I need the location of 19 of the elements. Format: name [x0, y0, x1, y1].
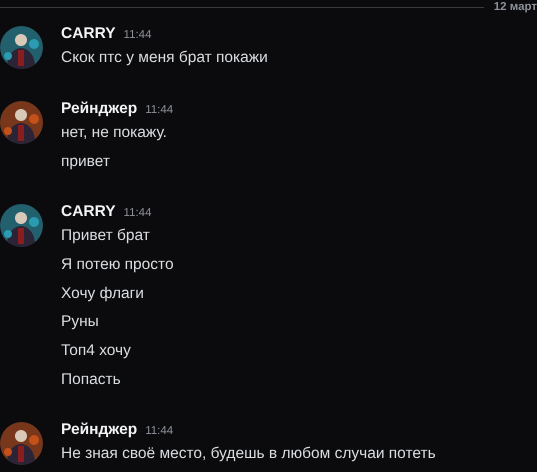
message-text: Руны [61, 312, 100, 332]
timestamp: 11:44 [145, 424, 174, 439]
message-text: нет, не покажу. [61, 123, 168, 144]
message-text: Я потею просто [61, 254, 174, 275]
author-name[interactable]: CARRY [61, 202, 116, 222]
message-text: Топ4 хочу [61, 340, 132, 361]
timestamp: 11:44 [124, 28, 152, 43]
author-name[interactable]: CARRY [61, 24, 116, 44]
message-text: Привет брат [61, 226, 151, 246]
message-text: Хочу флаги [61, 284, 145, 304]
message-text: Скок птс у меня брат покажи [61, 48, 268, 68]
message-text: привет [61, 152, 111, 172]
message-text: Не зная своё место, будешь в любом случаи потеть [61, 444, 436, 464]
author-name[interactable]: Рейнджер [61, 99, 138, 119]
message-text: Попасть [61, 370, 122, 390]
date-divider-label: 12 март [492, 0, 537, 14]
timestamp: 11:44 [145, 103, 174, 118]
author-name[interactable]: Рейнджер [61, 420, 138, 440]
timestamp: 11:44 [124, 206, 152, 221]
